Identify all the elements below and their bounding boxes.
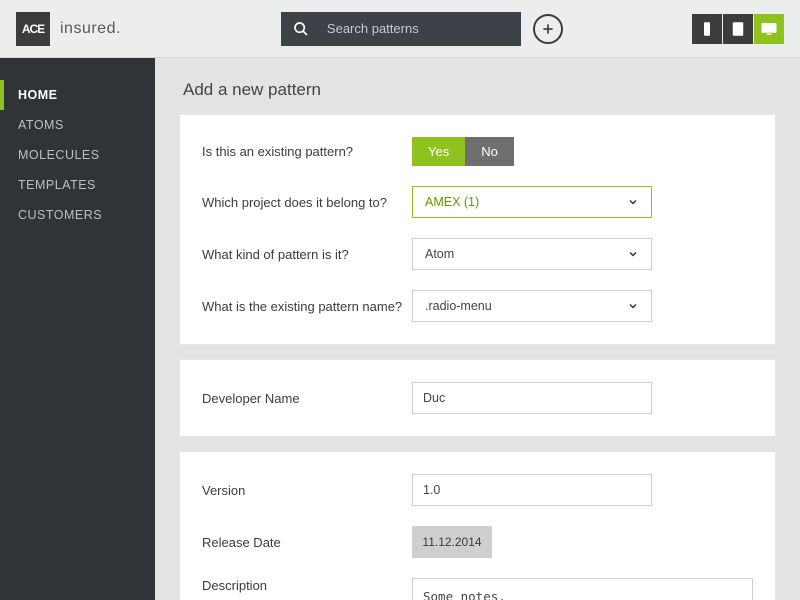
sidebar-item-home[interactable]: HOME: [0, 80, 155, 110]
viewport-mobile-button[interactable]: [692, 14, 722, 44]
card-developer: Developer Name: [179, 359, 776, 437]
label-existing: Is this an existing pattern?: [202, 144, 412, 159]
label-developer: Developer Name: [202, 391, 412, 406]
search-wrap: Search patterns: [281, 12, 563, 46]
sidebar-item-molecules[interactable]: MOLECULES: [0, 140, 155, 170]
brand: ACE insured.: [16, 12, 121, 46]
label-description: Description: [202, 578, 412, 593]
mobile-icon: [698, 20, 716, 38]
kind-select-value: Atom: [425, 247, 454, 261]
viewport-tablet-button[interactable]: [723, 14, 753, 44]
card-release: Version Release Date 11.12.2014 Descript…: [179, 451, 776, 600]
viewport-toggle: [692, 14, 784, 44]
description-textarea[interactable]: [412, 578, 753, 600]
label-pattern-name: What is the existing pattern name?: [202, 299, 412, 314]
add-button[interactable]: [533, 14, 563, 44]
plus-icon: [540, 21, 556, 37]
label-kind: What kind of pattern is it?: [202, 247, 412, 262]
developer-input[interactable]: [412, 382, 652, 414]
top-bar: ACE insured. Search patterns: [0, 0, 800, 58]
label-project: Which project does it belong to?: [202, 195, 412, 210]
sidebar: HOME ATOMS MOLECULES TEMPLATES CUSTOMERS: [0, 58, 155, 600]
brand-logo: ACE: [16, 12, 50, 46]
search-input[interactable]: Search patterns: [281, 12, 521, 46]
brand-name: insured.: [60, 20, 121, 38]
kind-select[interactable]: Atom: [412, 238, 652, 270]
existing-no-button[interactable]: No: [465, 137, 514, 166]
label-version: Version: [202, 483, 412, 498]
pattern-name-select-value: .radio-menu: [425, 299, 492, 313]
search-placeholder: Search patterns: [327, 21, 419, 36]
card-pattern-selection: Is this an existing pattern? Yes No Whic…: [179, 114, 776, 345]
search-icon: [293, 21, 309, 37]
project-select[interactable]: AMEX (1): [412, 186, 652, 218]
chevron-down-icon: [627, 300, 639, 312]
project-select-value: AMEX (1): [425, 195, 479, 209]
existing-yes-button[interactable]: Yes: [412, 137, 465, 166]
chevron-down-icon: [627, 248, 639, 260]
content: Add a new pattern Is this an existing pa…: [155, 58, 800, 600]
page-title: Add a new pattern: [183, 80, 776, 100]
viewport-desktop-button[interactable]: [754, 14, 784, 44]
label-release-date: Release Date: [202, 535, 412, 550]
existing-toggle: Yes No: [412, 137, 514, 166]
version-input[interactable]: [412, 474, 652, 506]
sidebar-item-customers[interactable]: CUSTOMERS: [0, 200, 155, 230]
release-date-chip[interactable]: 11.12.2014: [412, 526, 492, 558]
sidebar-item-atoms[interactable]: ATOMS: [0, 110, 155, 140]
desktop-icon: [760, 20, 778, 38]
pattern-name-select[interactable]: .radio-menu: [412, 290, 652, 322]
tablet-icon: [729, 20, 747, 38]
sidebar-item-templates[interactable]: TEMPLATES: [0, 170, 155, 200]
chevron-down-icon: [627, 196, 639, 208]
